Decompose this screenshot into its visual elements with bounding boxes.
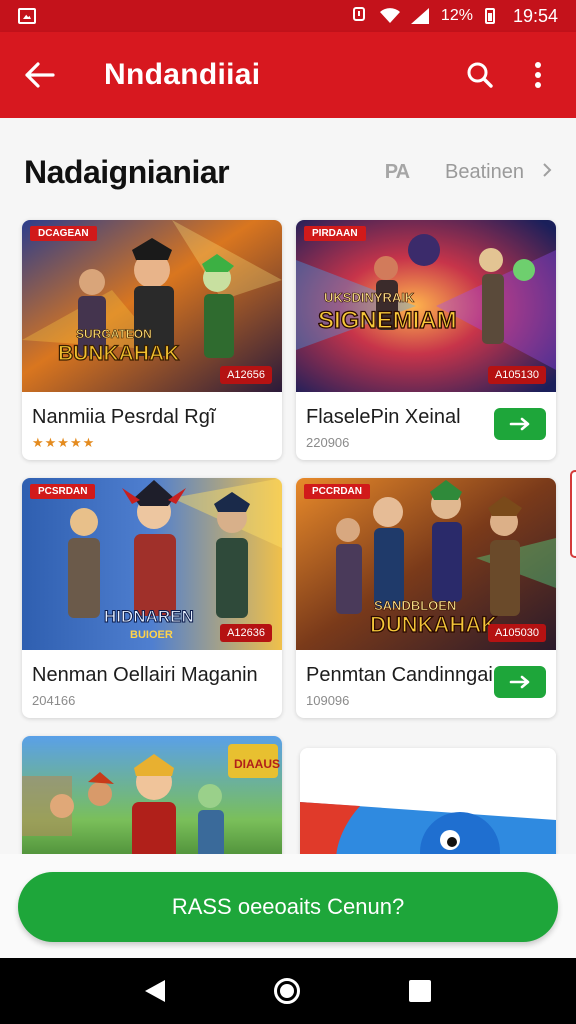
- section-header: Nadaignianiar PA Beatinen: [24, 150, 552, 194]
- card-art-subtitle: UKSDINYRAIK: [324, 290, 415, 305]
- card-tag: PCCRDAN: [304, 484, 370, 499]
- game-thumbnail: SANDBLOEN DUNKAHAK PCCRDAN A105030: [296, 478, 556, 650]
- battery-percent: 12%: [440, 7, 473, 24]
- system-nav-bar: [0, 958, 576, 1024]
- see-more-link[interactable]: Beatinen: [445, 161, 524, 184]
- app-bar: Nndandiiai: [0, 32, 576, 118]
- price-badge: A12656: [220, 366, 272, 384]
- rating-stars: ★★★★★: [32, 435, 96, 450]
- gallery-icon: [18, 8, 36, 24]
- chevron-right-icon: [542, 161, 552, 184]
- card-art-title: BUNKAHAK: [58, 342, 179, 365]
- card-body: FlaselePin Xeinal 220906: [296, 392, 556, 460]
- section-actions: PA Beatinen: [385, 161, 552, 184]
- game-thumbnail: DIAAUS: [22, 736, 282, 854]
- overflow-menu-button[interactable]: [520, 57, 556, 93]
- nav-home-icon[interactable]: [273, 978, 300, 1004]
- card-art-title: SIGNEMIAM: [318, 307, 457, 334]
- edge-handle[interactable]: [570, 470, 576, 558]
- game-card[interactable]: SANDBLOEN DUNKAHAK PCCRDAN A105030 Penmt…: [296, 478, 556, 718]
- nav-recents-icon[interactable]: [409, 980, 432, 1002]
- clock: 19:54: [512, 5, 558, 26]
- card-tag: PCSRDAN: [30, 484, 96, 499]
- promo-thumbnail: [300, 748, 556, 854]
- card-tag: PIRDAAN: [304, 226, 366, 241]
- card-art-title: DIAAUS: [234, 757, 280, 771]
- cta-area: RASS oeeoaits Cenun?: [0, 854, 576, 958]
- game-card[interactable]: DIAAUS: [22, 736, 282, 854]
- play-button[interactable]: [494, 666, 546, 698]
- card-art-subtitle: SANDBLOEN: [374, 598, 456, 613]
- promo-card[interactable]: [300, 748, 556, 854]
- app-bar-actions: [462, 57, 556, 93]
- alarm-icon: [351, 5, 367, 28]
- game-meta: 204166: [32, 693, 76, 708]
- game-name: Nenman Oellairi Maganin: [32, 664, 258, 686]
- game-card[interactable]: HIDNAREN BUIOER PCSRDAN A12636 Nenman Oe…: [22, 478, 282, 718]
- card-body: Penmtan Candinngai 109096: [296, 650, 556, 718]
- status-right: 12% 19:54: [351, 5, 558, 28]
- search-icon: [467, 62, 493, 88]
- battery-icon: [484, 8, 495, 24]
- card-art-title: HIDNAREN: [104, 607, 194, 626]
- game-thumbnail: HIDNAREN BUIOER PCSRDAN A12636: [22, 478, 282, 650]
- page-title: Nndandiiai: [104, 58, 261, 91]
- signal-icon: [410, 8, 429, 24]
- back-button[interactable]: [20, 55, 60, 95]
- search-button[interactable]: [462, 57, 498, 93]
- game-card[interactable]: UKSDINYRAIK SIGNEMIAM PIRDAAN A105130 Fl…: [296, 220, 556, 460]
- wifi-icon: [379, 8, 400, 24]
- game-thumbnail: UKSDINYRAIK SIGNEMIAM PIRDAAN A105130: [296, 220, 556, 392]
- game-thumbnail: BUNKAHAK SURGATEON DCAGEAN A12656: [22, 220, 282, 392]
- section-title: Nadaignianiar: [24, 153, 230, 190]
- section-badge: PA: [384, 160, 410, 183]
- card-body: Nenman Oellairi Maganin 204166: [22, 650, 282, 718]
- card-art-subtitle: BUIOER: [130, 629, 173, 641]
- play-button[interactable]: [494, 408, 546, 440]
- card-art-title: DUNKAHAK: [370, 612, 497, 637]
- card-body: Nanmiia Pesrdal Rgĩ ★★★★★: [22, 392, 282, 460]
- game-card[interactable]: BUNKAHAK SURGATEON DCAGEAN A12656 Nanmii…: [22, 220, 282, 460]
- price-badge: A105030: [487, 624, 546, 642]
- arrow-right-icon: [509, 675, 530, 689]
- arrow-left-icon: [25, 62, 55, 88]
- game-name: Nanmiia Pesrdal Rgĩ: [32, 406, 216, 428]
- price-badge: A105130: [487, 366, 546, 384]
- content-area[interactable]: Nadaignianiar PA Beatinen BUNKAHAK SURGA…: [0, 118, 576, 854]
- arrow-right-icon: [509, 417, 530, 431]
- status-bar: 12% 19:54: [0, 0, 576, 32]
- card-tag: DCAGEAN: [30, 226, 97, 241]
- primary-cta-button[interactable]: RASS oeeoaits Cenun?: [18, 872, 558, 942]
- more-vert-icon: [535, 62, 541, 88]
- card-art-subtitle: SURGATEON: [76, 327, 152, 341]
- price-badge: A12636: [220, 624, 272, 642]
- nav-back-icon[interactable]: [144, 980, 165, 1002]
